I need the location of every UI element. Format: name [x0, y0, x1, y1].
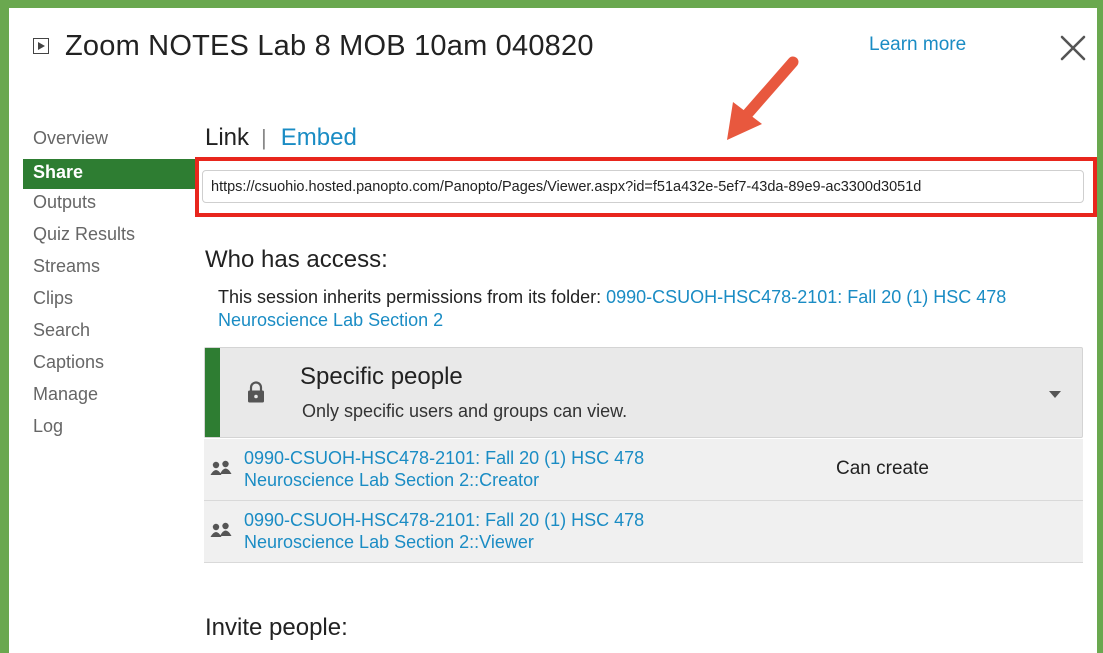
- tab-separator: |: [261, 125, 267, 150]
- inherit-permissions-text: This session inherits permissions from i…: [218, 286, 1078, 332]
- tab-embed[interactable]: Embed: [281, 124, 357, 152]
- inherit-prefix: This session inherits permissions from i…: [218, 287, 607, 307]
- tab-link[interactable]: Link: [205, 124, 249, 152]
- dialog-header: Zoom NOTES Lab 8 MOB 10am 040820: [33, 26, 594, 66]
- sidebar-item-overview[interactable]: Overview: [23, 126, 198, 158]
- sidebar-item-outputs[interactable]: Outputs: [23, 190, 198, 222]
- frame-top-border: [0, 0, 1103, 8]
- access-level-title: Specific people: [300, 363, 463, 390]
- invite-people-heading: Invite people:: [205, 614, 348, 641]
- annotation-arrow: [727, 56, 799, 140]
- group-icon: [210, 522, 232, 537]
- permission-group-link[interactable]: 0990-CSUOH-HSC478-2101: Fall 20 (1) HSC …: [244, 509, 764, 553]
- access-level-dropdown[interactable]: Specific people Only specific users and …: [204, 347, 1083, 438]
- access-level-description: Only specific users and groups can view.: [302, 401, 628, 421]
- sidebar-item-share[interactable]: Share: [23, 159, 198, 189]
- permission-row: 0990-CSUOH-HSC478-2101: Fall 20 (1) HSC …: [204, 501, 1083, 563]
- sidebar-item-log[interactable]: Log: [23, 414, 198, 446]
- permission-role: Can create: [836, 458, 929, 479]
- frame-right-border: [1097, 0, 1103, 653]
- frame-left-border: [0, 0, 9, 653]
- close-button[interactable]: [1055, 30, 1091, 66]
- close-icon: [1060, 35, 1086, 61]
- group-icon: [210, 460, 232, 475]
- sidebar-item-captions[interactable]: Captions: [23, 350, 198, 382]
- access-level-stripe: [205, 348, 220, 437]
- permission-group-link[interactable]: 0990-CSUOH-HSC478-2101: Fall 20 (1) HSC …: [244, 447, 764, 491]
- sidebar-item-clips[interactable]: Clips: [23, 286, 198, 318]
- learn-more-link[interactable]: Learn more: [869, 34, 966, 56]
- sidebar-item-streams[interactable]: Streams: [23, 254, 198, 286]
- page-title: Zoom NOTES Lab 8 MOB 10am 040820: [65, 29, 594, 62]
- sidebar-item-manage[interactable]: Manage: [23, 382, 198, 414]
- share-mode-tabs: Link | Embed: [205, 124, 357, 152]
- sidebar-nav: Overview Share Outputs Quiz Results Stre…: [23, 126, 198, 446]
- chevron-down-icon[interactable]: [1049, 391, 1061, 398]
- sidebar-item-quiz-results[interactable]: Quiz Results: [23, 222, 198, 254]
- sidebar-item-search[interactable]: Search: [23, 318, 198, 350]
- lock-icon: [248, 381, 264, 403]
- play-icon: [33, 38, 49, 54]
- who-has-access-heading: Who has access:: [205, 246, 388, 273]
- share-url-field[interactable]: [202, 170, 1084, 203]
- permission-row: 0990-CSUOH-HSC478-2101: Fall 20 (1) HSC …: [204, 439, 1083, 501]
